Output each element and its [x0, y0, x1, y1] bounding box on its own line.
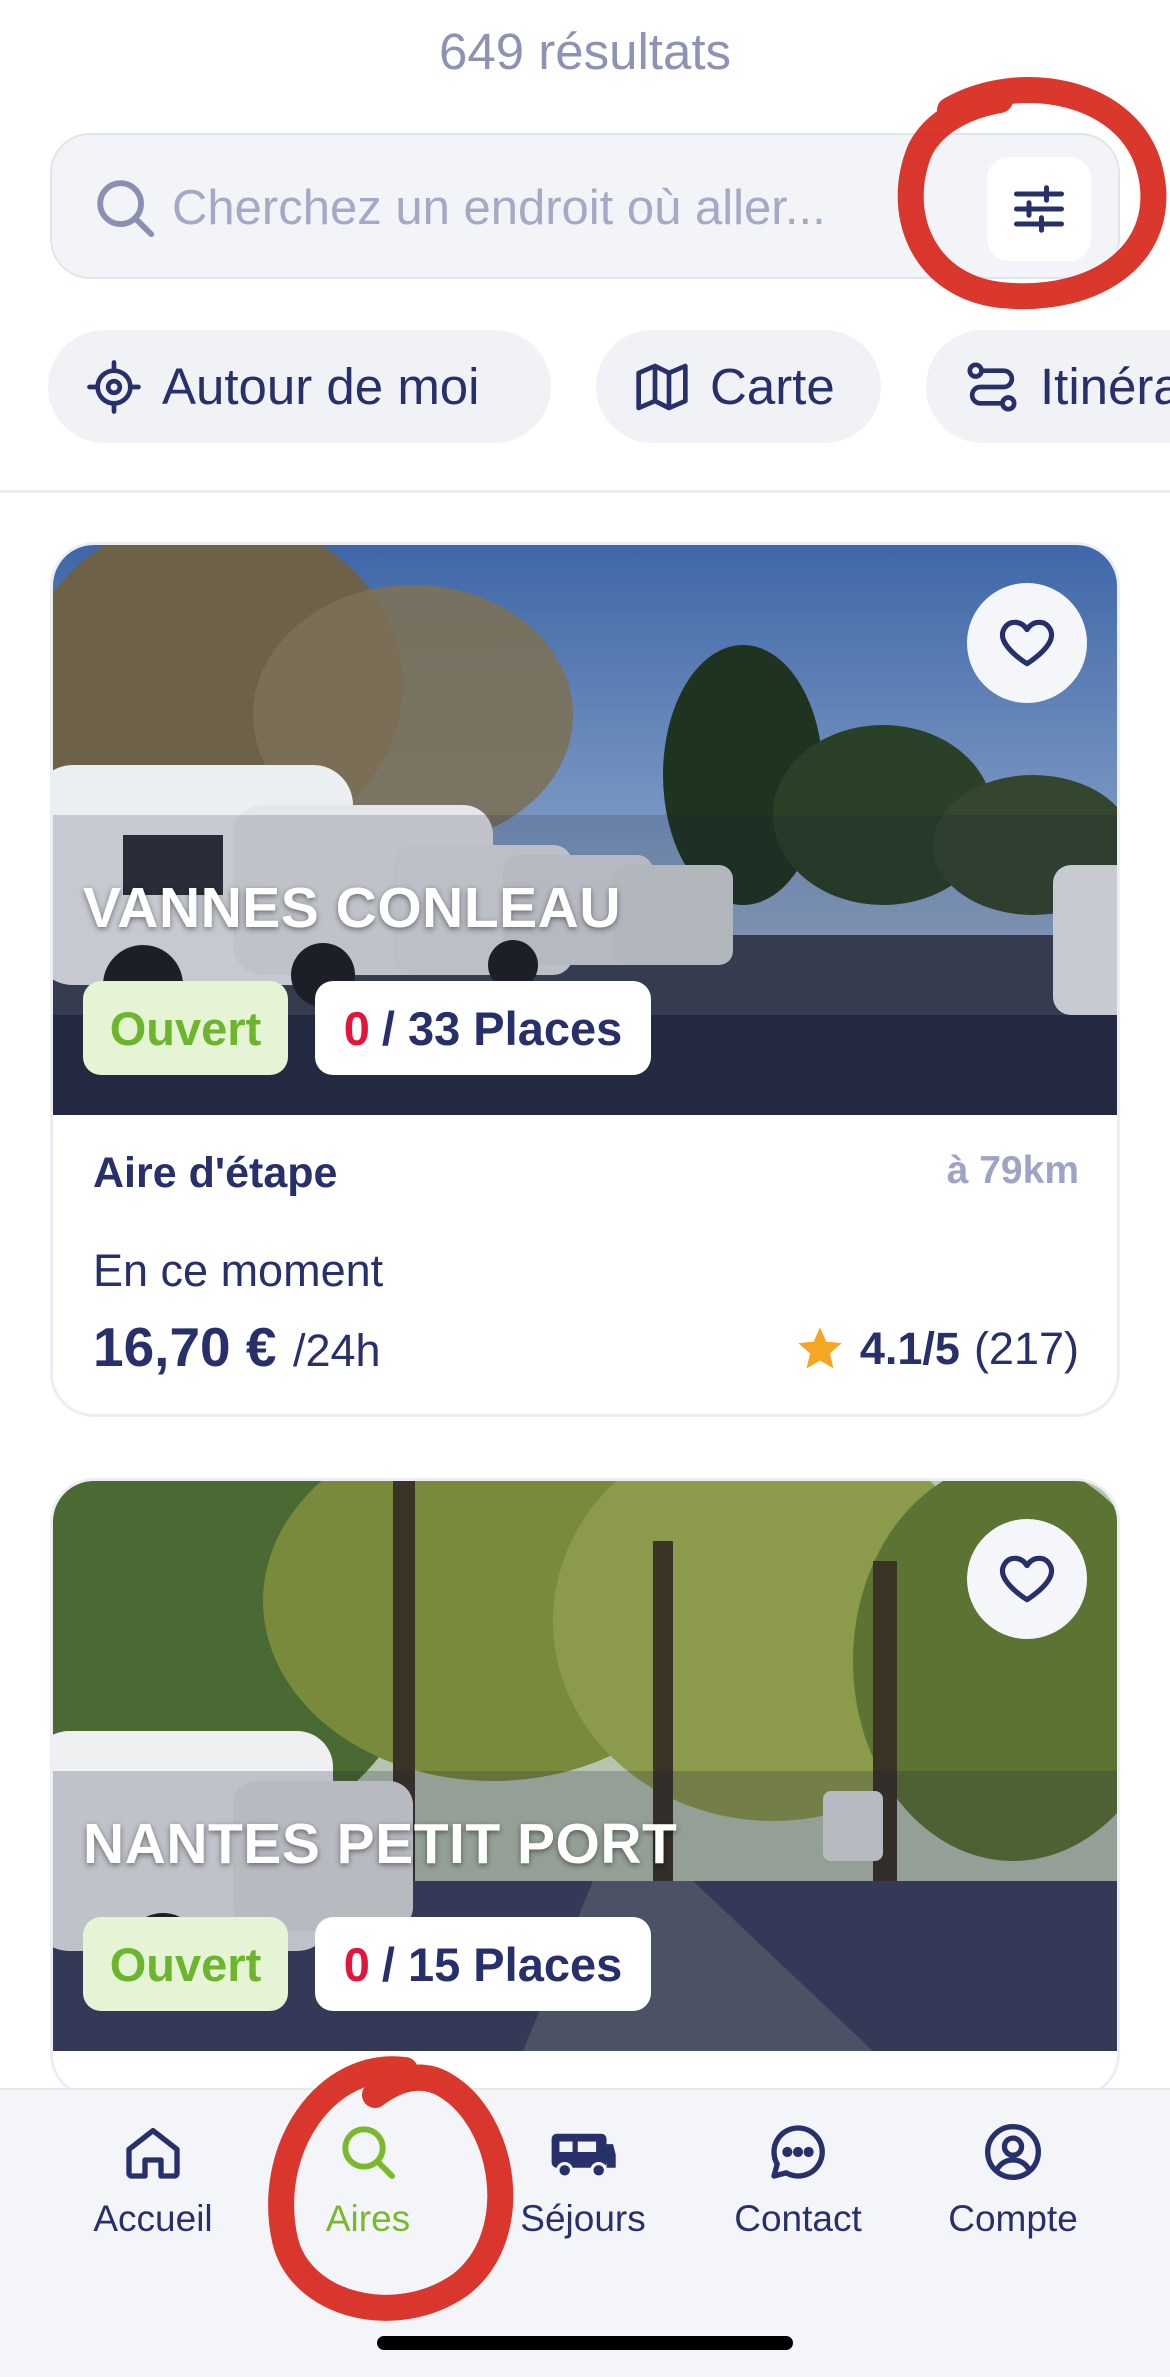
nav-label: Séjours [520, 2198, 646, 2239]
nav-label: Compte [948, 2198, 1078, 2239]
filter-button[interactable] [987, 157, 1091, 261]
chip-label: Autour de moi [162, 358, 480, 415]
nav-label: Accueil [93, 2198, 213, 2239]
price-unit: /24h [293, 1325, 381, 1376]
nav-item-contact[interactable]: Contact [703, 2120, 893, 2270]
heart-icon [999, 1555, 1055, 1603]
places-total: / 33 Places [381, 1001, 623, 1055]
results-count: 649 résultats [438, 23, 731, 80]
map-icon [636, 363, 688, 410]
chip-label: Carte [710, 358, 835, 415]
favorite-button[interactable] [967, 583, 1087, 703]
camper-van-icon [551, 2133, 616, 2179]
rating-value: 4.1/5 [859, 1323, 960, 1374]
filter-chips: Autour de moi Carte Itinéraire [0, 330, 1170, 445]
route-icon [967, 362, 1017, 411]
nav-item-accueil[interactable]: Accueil [58, 2120, 248, 2270]
nav-item-sejours[interactable]: Séjours [488, 2120, 678, 2270]
places-badge: 0 / 33 Places [315, 981, 651, 1075]
chip-itineraire[interactable]: Itinéraire [926, 330, 1170, 443]
listing-card[interactable]: VANNES CONLEAU Ouvert 0 / 33 Places Aire… [50, 542, 1120, 1417]
chip-label: Itinéraire [1040, 358, 1170, 415]
heart-icon [999, 619, 1055, 667]
listing-distance: à 79km [946, 1149, 1079, 1192]
filter-sliders-icon [1014, 185, 1064, 233]
chip-carte[interactable]: Carte [596, 330, 881, 443]
search-input[interactable] [172, 173, 912, 243]
listing-title: NANTES PETIT PORT [83, 1812, 678, 1876]
search-bar[interactable] [50, 133, 1120, 279]
review-count: (217) [973, 1323, 1079, 1374]
home-icon [126, 2128, 180, 2179]
listing-type: Aire d'étape [93, 1149, 338, 1197]
account-icon [985, 2124, 1041, 2180]
search-icon [97, 180, 155, 238]
divider [0, 490, 1170, 493]
price-period-label: En ce moment [93, 1245, 384, 1296]
star-icon [798, 1327, 842, 1369]
places-badge: 0 / 15 Places [315, 1917, 651, 2011]
places-free: 0 [343, 1001, 370, 1055]
bottom-nav: Accueil Aires Séjours Contact Compte [0, 2088, 1170, 2377]
listing-card[interactable]: NANTES PETIT PORT Ouvert 0 / 15 Places [50, 1478, 1120, 2098]
nav-item-aires[interactable]: Aires [273, 2120, 463, 2270]
nav-item-compte[interactable]: Compte [918, 2120, 1108, 2270]
crosshair-icon [87, 359, 141, 414]
places-total: / 15 Places [381, 1937, 623, 1991]
listing-title: VANNES CONLEAU [83, 876, 621, 940]
status-badge: Ouvert [83, 981, 288, 1075]
chip-autour-de-moi[interactable]: Autour de moi [48, 330, 551, 443]
app-screen: 649 résultats Autour de moi Carte Itinér… [0, 0, 1170, 2377]
listing-price: 16,70 € [93, 1316, 277, 1378]
nav-label: Contact [734, 2198, 862, 2239]
home-indicator [377, 2336, 793, 2350]
nav-label: Aires [325, 2198, 411, 2239]
favorite-button[interactable] [967, 1519, 1087, 1639]
listing-rating: 4.1/5 (217) [794, 1323, 1079, 1375]
places-free: 0 [343, 1937, 370, 1991]
status-badge: Ouvert [83, 1917, 288, 2011]
listing-photo: VANNES CONLEAU Ouvert 0 / 33 Places [53, 545, 1117, 1115]
listing-photo: NANTES PETIT PORT Ouvert 0 / 15 Places [53, 1481, 1117, 2051]
chat-icon [771, 2125, 825, 2179]
search-icon [342, 2126, 395, 2179]
